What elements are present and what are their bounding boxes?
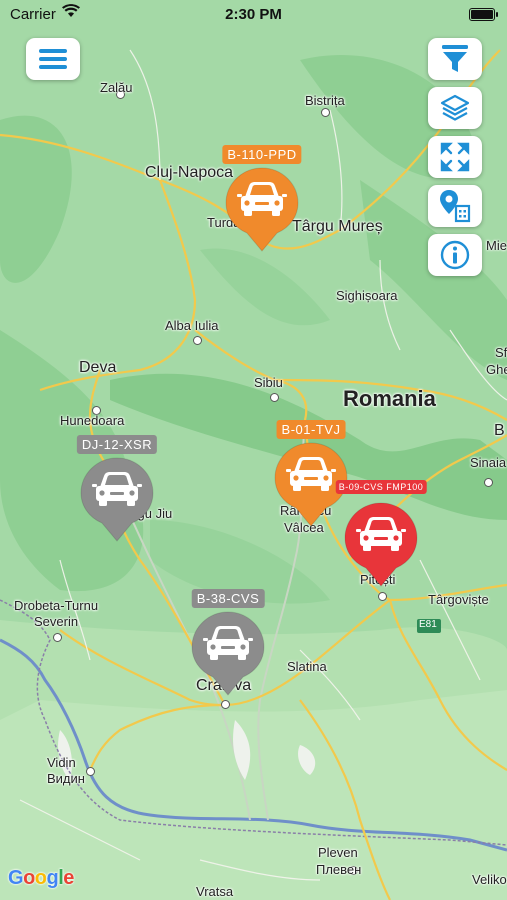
city-dot — [321, 108, 330, 117]
vehicle-pin-icon — [225, 167, 299, 252]
city-dot — [193, 336, 202, 345]
label-sinaia: Sinaia — [470, 455, 507, 470]
label-pleven: Pleven — [318, 845, 358, 860]
label-zalau: Zalău — [100, 80, 133, 95]
menu-icon — [39, 49, 67, 69]
vehicle-plate-tag: B-09-CVS FMP100 — [335, 480, 427, 494]
label-hunedoara: Hunedoara — [60, 413, 125, 428]
label-pleven-cyrillic: Плевен — [316, 862, 362, 877]
clock: 2:30 PM — [225, 6, 282, 23]
google-logo: Google — [8, 867, 74, 889]
places-button[interactable] — [428, 185, 482, 227]
city-dot — [484, 478, 493, 487]
vehicle-plate-tag: B-01-TVJ — [276, 420, 346, 439]
label-veliko: Veliko — [472, 872, 507, 887]
layers-button[interactable] — [428, 87, 482, 129]
label-drobeta: Drobeta-Turnu — [14, 598, 99, 613]
label-vidin: Vidin — [47, 755, 76, 770]
label-sighisoara: Sighișoara — [336, 288, 398, 303]
label-sibiu: Sibiu — [254, 375, 283, 390]
city-dot — [378, 592, 387, 601]
vehicle-plate-tag: B-38-CVS — [191, 589, 265, 608]
label-vidin-cyrillic: Видин — [47, 771, 85, 786]
pin-building-icon — [440, 190, 471, 223]
vehicle-pin-icon — [80, 457, 154, 542]
city-dot — [53, 633, 62, 642]
city-dot — [221, 700, 230, 709]
info-button[interactable] — [428, 234, 482, 276]
label-cluj-napoca: Cluj-Napoca — [145, 164, 234, 181]
label-mie: Mie — [486, 238, 507, 253]
label-sf: Sf — [495, 345, 507, 360]
label-b: B — [494, 422, 505, 439]
label-targu-mures: Târgu Mureș — [292, 218, 383, 235]
fit-bounds-button[interactable] — [428, 136, 482, 178]
vehicle-plate-tag: DJ-12-XSR — [76, 435, 158, 454]
label-deva: Deva — [79, 359, 117, 376]
label-targoviste: Târgoviște — [428, 592, 489, 607]
status-bar: Carrier 2:30 PM — [0, 0, 507, 30]
label-alba-iulia: Alba Iulia — [165, 318, 219, 333]
vehicle-pin-icon — [344, 502, 418, 587]
layers-icon — [440, 94, 470, 121]
city-dot — [86, 767, 95, 776]
label-romania: Romania — [343, 386, 436, 411]
city-dot — [270, 393, 279, 402]
vehicle-plate-tag: B-110-PPD — [222, 145, 302, 164]
battery-icon — [469, 8, 498, 21]
vehicle-pin-icon — [191, 611, 265, 696]
label-vratsa: Vratsa — [196, 884, 234, 899]
label-slatina: Slatina — [287, 659, 327, 674]
label-severin: Severin — [34, 614, 79, 629]
info-icon — [440, 240, 470, 270]
filter-button[interactable] — [428, 38, 482, 80]
expand-icon — [440, 142, 470, 172]
label-bistrita: Bistrița — [305, 93, 345, 108]
label-ghe: Ghe — [486, 362, 507, 377]
filter-icon — [442, 45, 468, 72]
label-e81: E81 — [419, 619, 437, 630]
menu-button[interactable] — [26, 38, 80, 80]
